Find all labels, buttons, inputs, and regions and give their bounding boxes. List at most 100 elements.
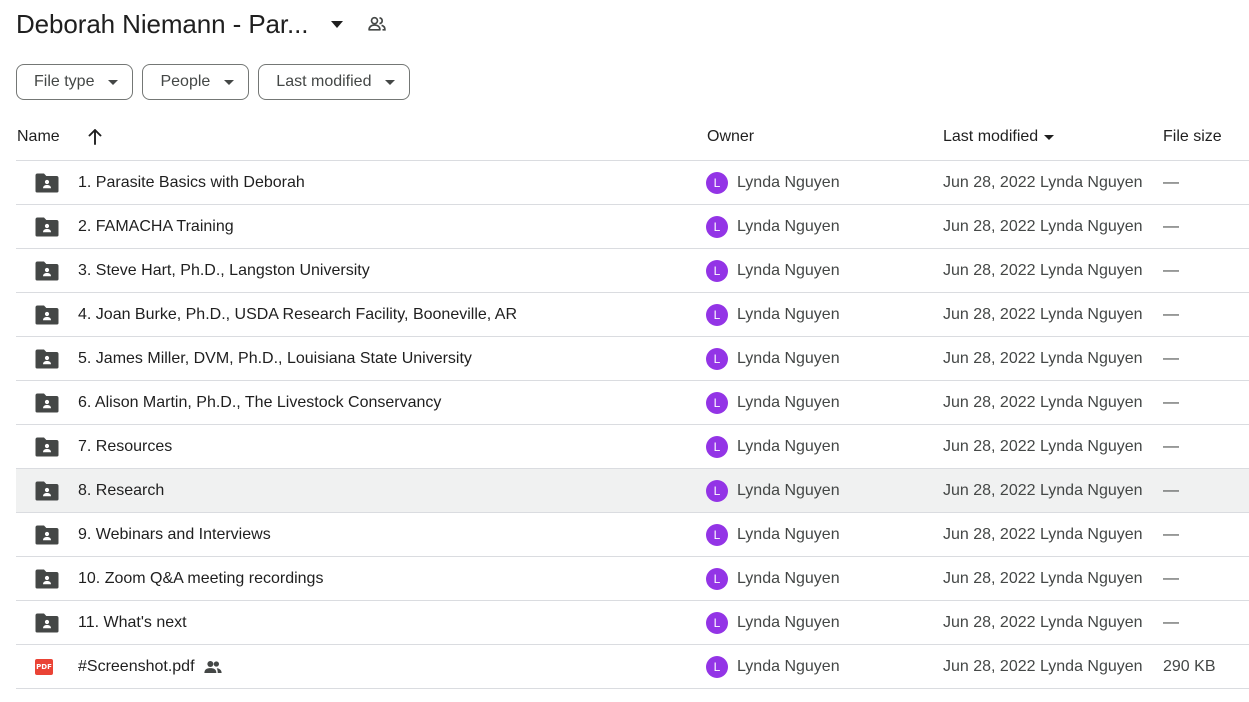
owner-cell: L Lynda Nguyen xyxy=(706,557,840,600)
file-size-value: — xyxy=(1163,437,1179,455)
file-name-cell[interactable]: 9. Webinars and Interviews xyxy=(78,513,271,556)
filter-last-modified-label: Last modified xyxy=(276,73,372,90)
file-name: 1. Parasite Basics with Deborah xyxy=(78,173,305,191)
owner-avatar[interactable]: L xyxy=(706,435,728,458)
folder-menu-button[interactable] xyxy=(326,13,348,35)
file-size-cell: — xyxy=(1163,557,1179,600)
last-modified-cell: Jun 28, 2022 Lynda Nguyen xyxy=(943,293,1143,336)
owner-cell: L Lynda Nguyen xyxy=(706,601,840,644)
file-row[interactable]: 1. Parasite Basics with Deborah L Lynda Ng… xyxy=(16,161,1249,205)
file-name-cell[interactable]: 6. Alison Martin, Ph.D., The Livestock C… xyxy=(78,381,441,424)
caret-down-icon xyxy=(108,79,119,85)
file-list: Name Owner Last modified File size 1. Pa… xyxy=(16,116,1249,689)
filter-last-modified[interactable]: Last modified xyxy=(258,64,411,100)
column-name[interactable]: Name xyxy=(17,128,102,146)
file-name-cell[interactable]: 1. Parasite Basics with Deborah xyxy=(78,161,305,204)
last-modified-value: Jun 28, 2022 Lynda Nguyen xyxy=(943,217,1143,235)
file-type-icon-cell xyxy=(35,205,59,248)
file-size-cell: — xyxy=(1163,381,1179,424)
owner-avatar[interactable]: L xyxy=(706,215,728,238)
folder-title[interactable]: Deborah Niemann - Par... xyxy=(16,9,309,40)
owner-avatar[interactable]: L xyxy=(706,303,728,326)
file-list-header: Name Owner Last modified File size xyxy=(16,116,1249,161)
owner-avatar[interactable]: L xyxy=(706,347,728,370)
last-modified-cell: Jun 28, 2022 Lynda Nguyen xyxy=(943,557,1143,600)
shared-folder-icon xyxy=(35,305,59,325)
file-name-cell[interactable]: 11. What's next xyxy=(78,601,187,644)
sort-ascending-icon[interactable] xyxy=(88,129,102,145)
file-row[interactable]: 8. Research L Lynda Nguyen Jun 28, 2022 Lyn… xyxy=(16,469,1249,513)
file-name-cell[interactable]: 5. James Miller, DVM, Ph.D., Louisiana S… xyxy=(78,337,472,380)
file-name-cell[interactable]: #Screenshot.pdf xyxy=(78,645,222,688)
last-modified-cell: Jun 28, 2022 Lynda Nguyen xyxy=(943,337,1143,380)
owner-name: Lynda Nguyen xyxy=(737,569,840,587)
file-row[interactable]: 11. What's next L Lynda Nguyen Jun 28, 2022… xyxy=(16,601,1249,645)
last-modified-cell: Jun 28, 2022 Lynda Nguyen xyxy=(943,469,1143,512)
file-size-cell: — xyxy=(1163,425,1179,468)
owner-avatar[interactable]: L xyxy=(706,259,728,282)
caret-down-icon xyxy=(385,79,396,85)
pdf-file-icon: PDF xyxy=(35,658,53,675)
file-name-cell[interactable]: 10. Zoom Q&A meeting recordings xyxy=(78,557,323,600)
owner-avatar[interactable]: L xyxy=(706,171,728,194)
owner-avatar[interactable]: L xyxy=(706,611,728,634)
file-size-cell: — xyxy=(1163,293,1179,336)
column-last-modified[interactable]: Last modified xyxy=(943,128,1055,146)
owner-name: Lynda Nguyen xyxy=(737,261,840,279)
drive-folder-view: Deborah Niemann - Par... File type Peopl… xyxy=(0,0,1249,702)
last-modified-value: Jun 28, 2022 Lynda Nguyen xyxy=(943,173,1143,191)
shared-folder-icon xyxy=(35,217,59,237)
shared-folder-button[interactable] xyxy=(364,11,390,37)
file-type-icon-cell xyxy=(35,293,59,336)
file-row[interactable]: 7. Resources L Lynda Nguyen Jun 28, 2022 Ly… xyxy=(16,425,1249,469)
file-name-cell[interactable]: 8. Research xyxy=(78,469,164,512)
file-name: 7. Resources xyxy=(78,437,173,455)
file-row[interactable]: 5. James Miller, DVM, Ph.D., Louisiana S… xyxy=(16,337,1249,381)
file-name-cell[interactable]: 3. Steve Hart, Ph.D., Langston Universit… xyxy=(78,249,370,292)
file-type-icon-cell xyxy=(35,601,59,644)
last-modified-value: Jun 28, 2022 Lynda Nguyen xyxy=(943,261,1143,279)
filter-people[interactable]: People xyxy=(142,64,250,100)
owner-avatar[interactable]: L xyxy=(706,479,728,502)
owner-name: Lynda Nguyen xyxy=(737,349,840,367)
file-name-cell[interactable]: 7. Resources xyxy=(78,425,172,468)
file-row[interactable]: 2. FAMACHA Training L Lynda Nguyen Jun 28, … xyxy=(16,205,1249,249)
owner-cell: L Lynda Nguyen xyxy=(706,645,840,688)
column-owner[interactable]: Owner xyxy=(707,128,754,146)
file-type-icon-cell xyxy=(35,557,59,600)
owner-name: Lynda Nguyen xyxy=(737,217,840,235)
file-type-icon-cell xyxy=(35,381,59,424)
file-type-icon-cell: PDF xyxy=(35,645,59,688)
file-name: 10. Zoom Q&A meeting recordings xyxy=(78,569,324,587)
file-name: 2. FAMACHA Training xyxy=(78,217,234,235)
file-size-value: — xyxy=(1163,569,1179,587)
file-name-cell[interactable]: 4. Joan Burke, Ph.D., USDA Research Faci… xyxy=(78,293,517,336)
file-row[interactable]: 6. Alison Martin, Ph.D., The Livestock C… xyxy=(16,381,1249,425)
owner-avatar[interactable]: L xyxy=(706,523,728,546)
file-type-icon-cell xyxy=(35,513,59,556)
owner-name: Lynda Nguyen xyxy=(737,173,840,191)
owner-avatar[interactable]: L xyxy=(706,567,728,590)
people-outline-icon xyxy=(368,16,387,31)
file-row[interactable]: 3. Steve Hart, Ph.D., Langston Universit… xyxy=(16,249,1249,293)
file-row[interactable]: 4. Joan Burke, Ph.D., USDA Research Faci… xyxy=(16,293,1249,337)
file-size-value: — xyxy=(1163,393,1179,411)
file-size-value: — xyxy=(1163,261,1179,279)
file-name-cell[interactable]: 2. FAMACHA Training xyxy=(78,205,234,248)
caret-down-icon xyxy=(331,20,344,28)
file-size-value: — xyxy=(1163,613,1179,631)
column-file-size[interactable]: File size xyxy=(1163,128,1222,146)
file-name: #Screenshot.pdf xyxy=(78,657,195,675)
file-type-icon-cell xyxy=(35,469,59,512)
file-row[interactable]: 9. Webinars and Interviews L Lynda Nguyen J… xyxy=(16,513,1249,557)
owner-cell: L Lynda Nguyen xyxy=(706,513,840,556)
file-row[interactable]: PDF #Screenshot.pdf L Lynda Nguyen Jun 28, 2… xyxy=(16,645,1249,689)
shared-folder-icon xyxy=(35,393,59,413)
owner-avatar[interactable]: L xyxy=(706,655,728,678)
owner-avatar[interactable]: L xyxy=(706,391,728,414)
file-type-icon-cell xyxy=(35,161,59,204)
file-size-cell: — xyxy=(1163,513,1179,556)
filter-file-type[interactable]: File type xyxy=(16,64,134,100)
shared-folder-icon xyxy=(35,525,59,545)
file-row[interactable]: 10. Zoom Q&A meeting recordings L Lynda Ng… xyxy=(16,557,1249,601)
